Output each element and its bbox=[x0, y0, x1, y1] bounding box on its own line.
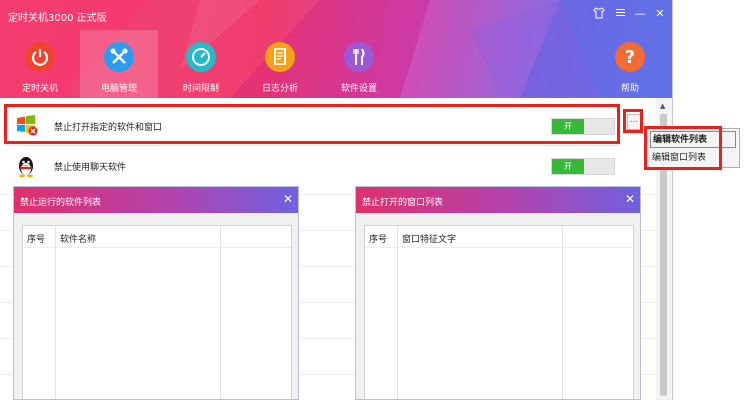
power-icon bbox=[25, 42, 55, 72]
fork-knife-icon bbox=[344, 42, 374, 72]
dialog-close-button[interactable]: ✕ bbox=[625, 192, 635, 206]
nav-item-log-analysis[interactable]: 日志分析 bbox=[241, 0, 319, 98]
qq-penguin-icon bbox=[15, 154, 37, 181]
highlight-frame-more-button bbox=[623, 109, 643, 133]
software-list-dialog: 禁止运行的软件列表 ✕ 序号 软件名称 bbox=[13, 186, 299, 400]
column-header-index: 序号 bbox=[27, 235, 46, 245]
nav-label: 软件设置 bbox=[340, 84, 377, 94]
app-window: 定时关机3000 正式版 — ✕ 定时关机 电脑管理 时间限制 日志分析 软件设… bbox=[0, 0, 673, 400]
dialog-header: 禁止打开的窗口列表 ✕ bbox=[356, 187, 640, 213]
column-divider bbox=[55, 226, 56, 399]
column-divider bbox=[220, 226, 221, 399]
nav-item-software-settings[interactable]: 软件设置 bbox=[320, 0, 398, 98]
nav-label: 时间限制 bbox=[182, 84, 219, 94]
column-header-index: 序号 bbox=[369, 235, 388, 245]
column-divider bbox=[562, 226, 563, 399]
nav-label: 日志分析 bbox=[261, 84, 298, 94]
question-icon: ? bbox=[615, 42, 645, 72]
dialog-title: 禁止打开的窗口列表 bbox=[362, 198, 444, 208]
svg-text:?: ? bbox=[625, 47, 635, 68]
dialog-title: 禁止运行的软件列表 bbox=[20, 198, 102, 208]
software-table: 序号 软件名称 bbox=[22, 225, 292, 399]
highlight-frame-row bbox=[4, 104, 620, 144]
scroll-up-icon[interactable]: ▲ bbox=[660, 102, 665, 110]
highlight-frame-menu bbox=[644, 126, 722, 170]
window-list-dialog: 禁止打开的窗口列表 ✕ 序号 窗口特征文字 bbox=[355, 186, 641, 400]
nav-label: 电脑管理 bbox=[100, 84, 137, 94]
nav-item-pc-management[interactable]: 电脑管理 bbox=[80, 30, 158, 98]
nav-item-time-limit[interactable]: 时间限制 bbox=[162, 0, 240, 98]
nav-label: 定时关机 bbox=[21, 84, 58, 94]
log-document-icon bbox=[265, 42, 295, 72]
dialog-header: 禁止运行的软件列表 ✕ bbox=[14, 187, 298, 213]
toggle-on-label: 开 bbox=[552, 159, 584, 174]
nav-item-shutdown[interactable]: 定时关机 bbox=[1, 0, 79, 98]
row-label: 禁止使用聊天软件 bbox=[54, 163, 127, 173]
tools-icon bbox=[104, 42, 134, 72]
column-divider bbox=[397, 226, 398, 399]
setting-row-block-chat: 禁止使用聊天软件 开 bbox=[6, 146, 620, 186]
column-header-window-text: 窗口特征文字 bbox=[402, 235, 457, 245]
column-header-software-name: 软件名称 bbox=[60, 235, 97, 245]
nav-label: 帮助 bbox=[620, 84, 639, 94]
nav-item-help[interactable]: ? 帮助 bbox=[591, 0, 669, 98]
dialog-close-button[interactable]: ✕ bbox=[283, 192, 293, 206]
block-chat-toggle[interactable]: 开 bbox=[551, 158, 615, 175]
header-banner: 定时关机3000 正式版 — ✕ 定时关机 电脑管理 时间限制 日志分析 软件设… bbox=[0, 0, 672, 98]
timer-icon bbox=[186, 42, 216, 72]
window-table: 序号 窗口特征文字 bbox=[364, 225, 634, 399]
